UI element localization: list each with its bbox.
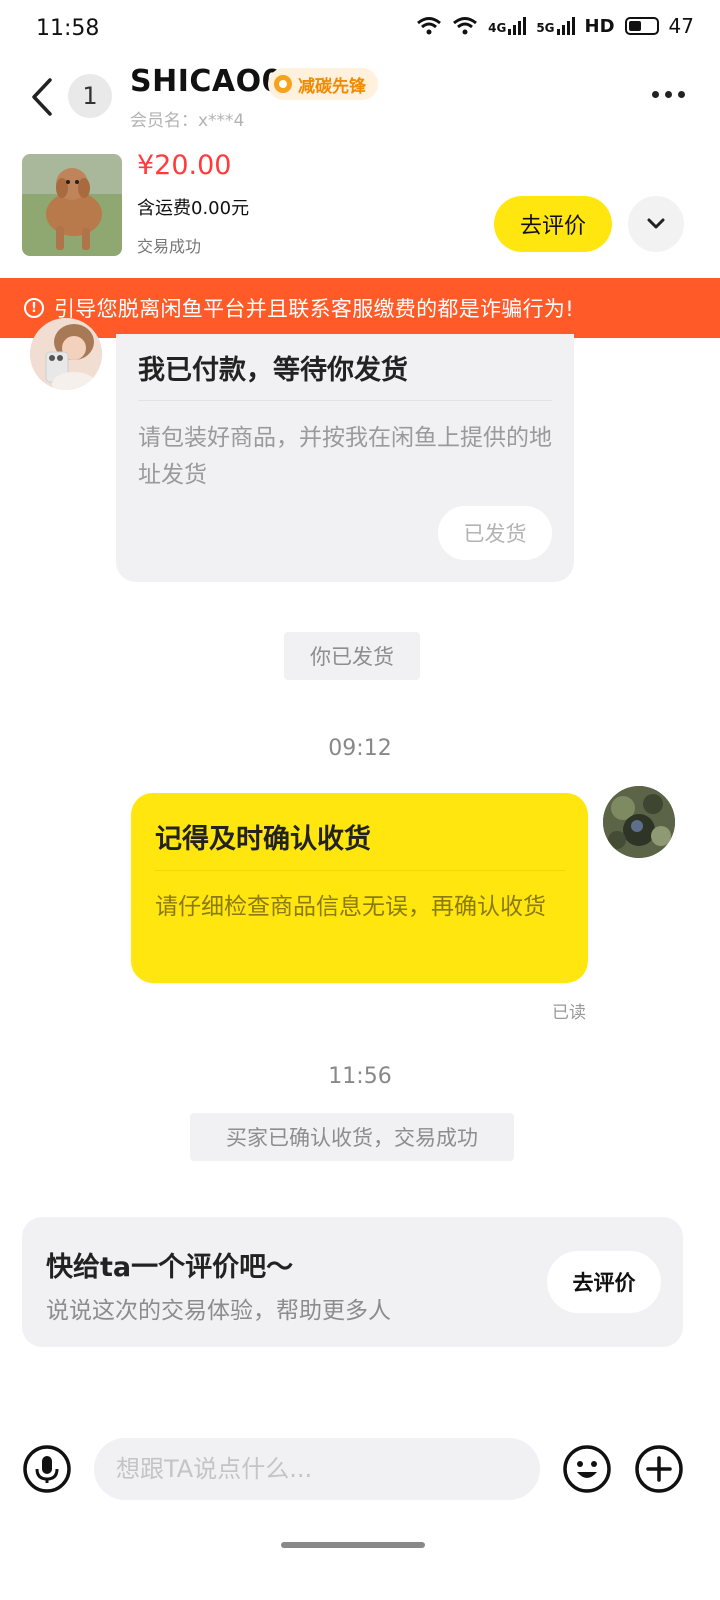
expand-button[interactable] [628,196,684,252]
review-button[interactable]: 去评价 [547,1251,661,1313]
divider [155,870,565,871]
plus-icon[interactable] [634,1444,684,1494]
exclamation-icon: ! [24,298,44,318]
card-title: 我已付款，等待你发货 [138,355,408,386]
avatar-photo-icon [603,786,675,858]
chevron-down-icon [647,218,665,229]
product-price: ¥20.00 [137,150,232,181]
network-4g-label: 4G [488,21,507,35]
unread-count-badge[interactable]: 1 [68,74,112,118]
wifi-icon [417,17,442,35]
confirm-receipt-card: 记得及时确认收货 请仔细检查商品信息无误，再确认收货 [131,793,588,983]
payment-status-card: 我已付款，等待你发货 请包装好商品，并按我在闲鱼上提供的地址发货 已发货 [116,334,574,582]
review-prompt-title: 快给ta一个评价吧～ [46,1252,294,1283]
card-description: 请包装好商品，并按我在闲鱼上提供的地址发货 [138,425,552,488]
leaf-icon [274,75,292,93]
more-options-icon[interactable] [638,78,698,110]
seller-avatar[interactable] [30,318,102,390]
wifi-icon [453,17,478,35]
status-time: 11:58 [36,16,100,41]
emoji-icon[interactable] [562,1444,612,1494]
hd-label: HD [584,15,615,37]
battery-icon [624,17,659,35]
card-title: 记得及时确认收货 [155,824,371,855]
trade-status: 交易成功 [137,237,202,256]
back-arrow-icon[interactable] [28,76,58,118]
review-prompt-card: 快给ta一个评价吧～ 说说这次的交易体验，帮助更多人 去评价 [22,1217,683,1347]
signal-4g-icon: 4G [488,17,527,35]
seller-name[interactable]: SHICAO0 [130,64,283,99]
avatar-photo-icon [30,318,102,390]
review-button-top[interactable]: 去评价 [494,196,612,252]
read-receipt: 已读 [552,1003,586,1023]
network-5g-label: 5G [536,21,555,35]
timestamp: 11:56 [328,1064,392,1089]
home-indicator[interactable] [281,1542,425,1548]
member-name: 会员名：x***4 [130,111,245,131]
battery-level: 47 [668,14,694,38]
my-avatar[interactable] [603,786,675,858]
status-icons: 4G 5G HD 47 [416,14,694,38]
review-prompt-subtitle: 说说这次的交易体验，帮助更多人 [46,1298,391,1324]
eco-badge-label: 减碳先锋 [298,76,366,97]
system-message-success: 买家已确认收货，交易成功 [190,1113,514,1161]
shipped-button[interactable]: 已发货 [438,506,552,560]
timestamp: 09:12 [328,736,392,761]
message-input[interactable] [94,1438,540,1500]
divider [138,400,552,401]
card-description: 请仔细检查商品信息无误，再确认收货 [155,894,546,920]
shipping-info: 含运费0.00元 [137,198,250,219]
system-message-shipped: 你已发货 [284,632,420,680]
eco-pioneer-badge: 减碳先锋 [268,68,378,100]
microphone-icon[interactable] [22,1444,72,1494]
product-thumbnail[interactable] [22,154,122,256]
warning-text: 引导您脱离闲鱼平台并且联系客服缴费的都是诈骗行为! [54,297,574,321]
signal-5g-icon: 5G [536,17,575,35]
fraud-warning-banner: ! 引导您脱离闲鱼平台并且联系客服缴费的都是诈骗行为! [0,278,720,338]
dog-photo-icon [22,154,122,256]
